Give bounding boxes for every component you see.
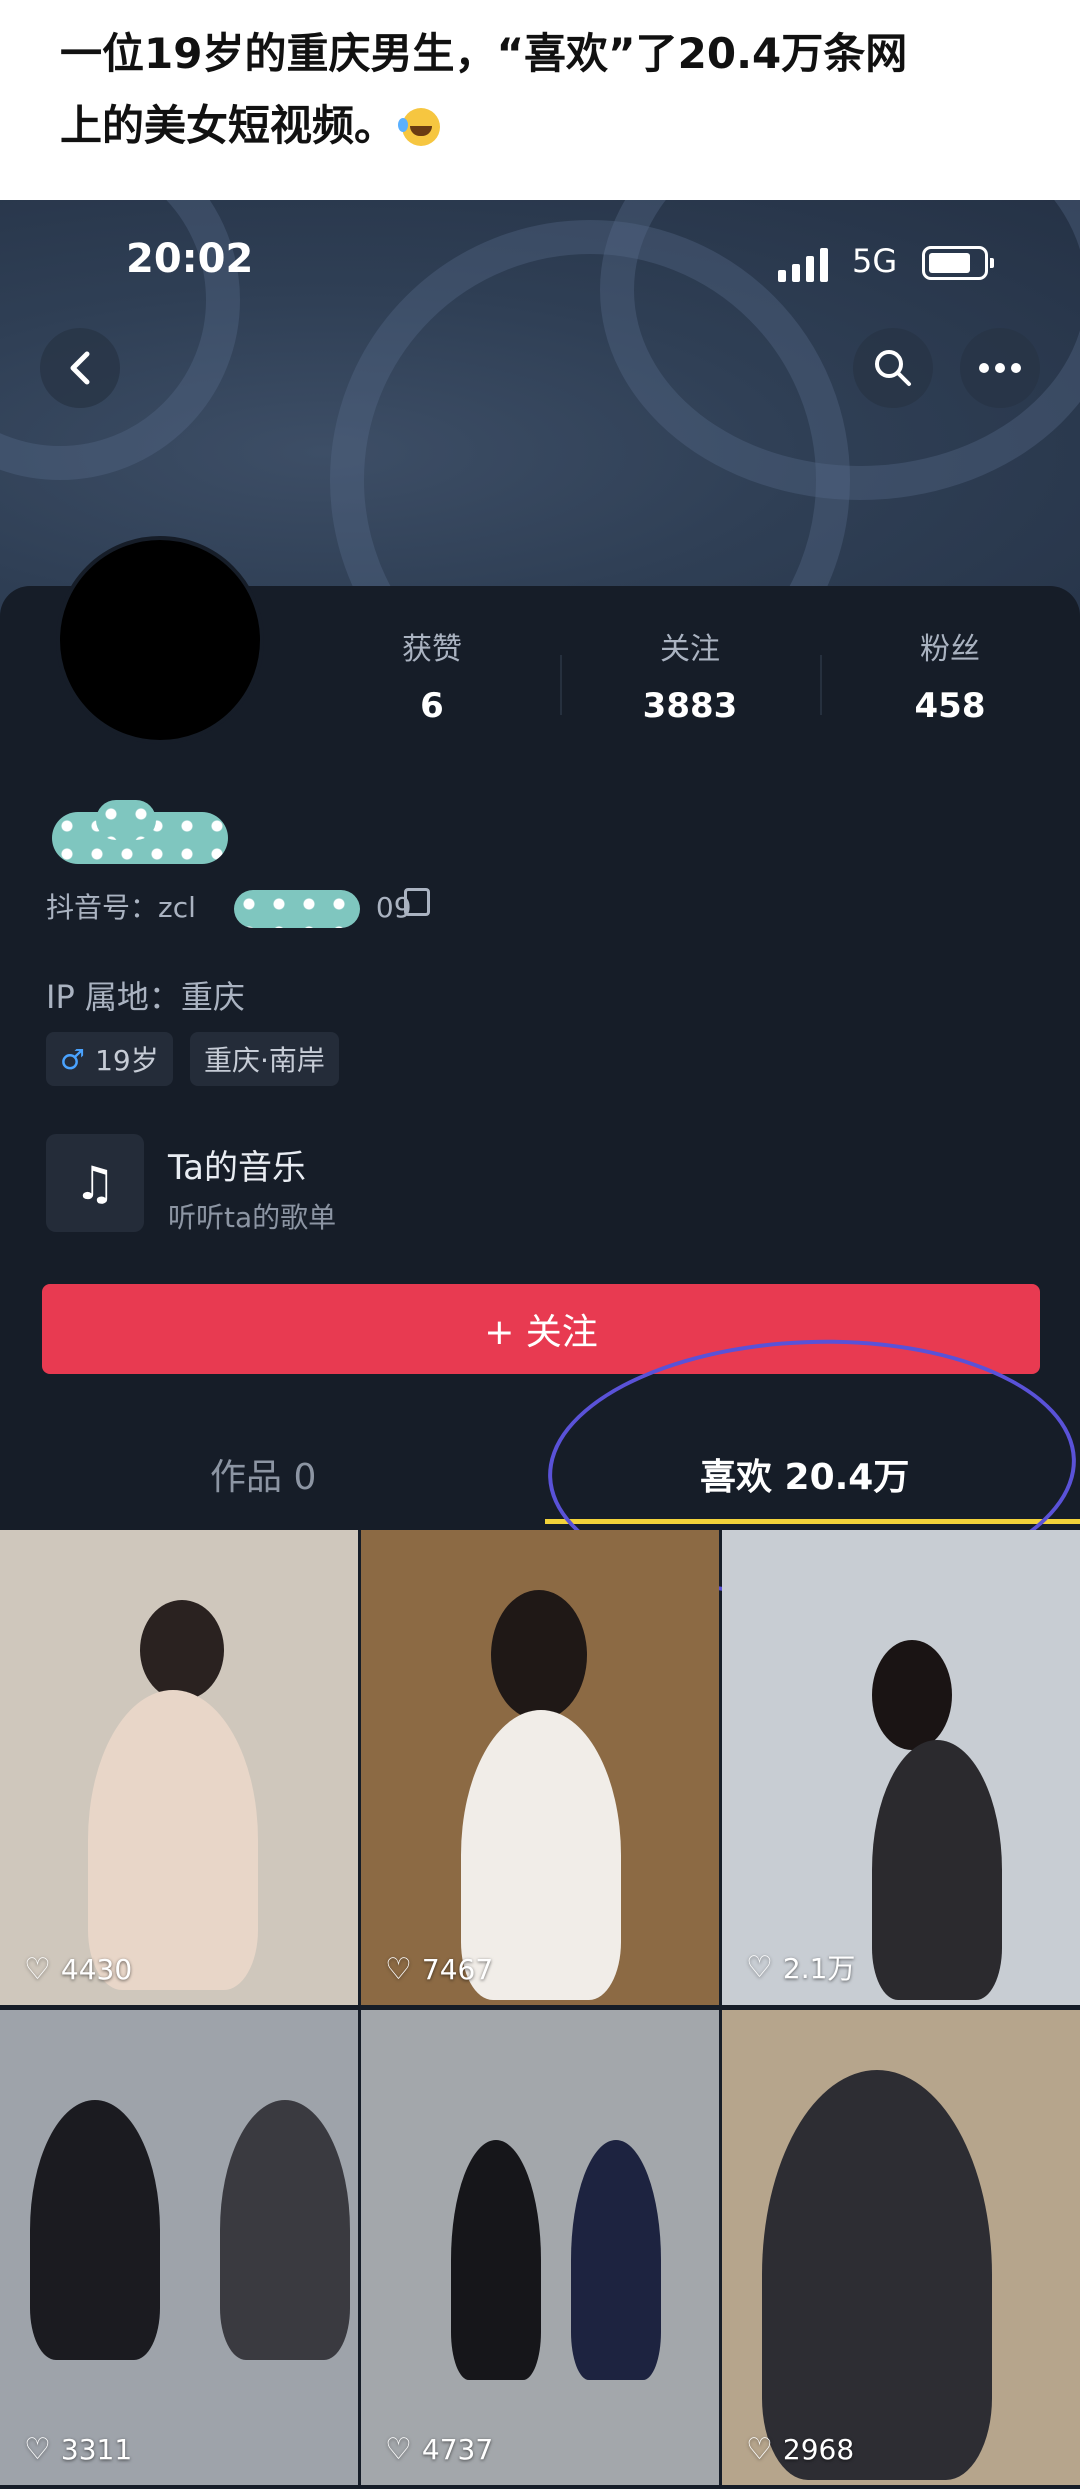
video-thumbnail[interactable]: ♡ 4430 xyxy=(0,1530,358,2005)
location-tag: 重庆·南岸 xyxy=(190,1032,339,1086)
thumbnail-figure xyxy=(571,2140,661,2380)
redacted-douyin-id xyxy=(234,890,360,928)
thumbnail-figure xyxy=(88,1690,258,1990)
video-thumbnail[interactable]: ♡ 2.1万 xyxy=(722,1530,1080,2005)
video-thumbnail[interactable]: ♡ 7467 xyxy=(361,1530,719,2005)
music-note-icon[interactable]: ♫ xyxy=(46,1134,144,1232)
like-count: ♡ 3311 xyxy=(24,2432,132,2467)
battery-icon xyxy=(922,246,994,280)
age-tag: ♂ 19岁 xyxy=(46,1032,173,1086)
stat-following[interactable]: 关注 3883 xyxy=(600,624,780,726)
thumbnail-figure xyxy=(30,2100,160,2360)
more-icon xyxy=(979,363,1021,373)
thumbnail-figure xyxy=(140,1600,224,1700)
stat-likes-received[interactable]: 获赞 6 xyxy=(342,624,522,726)
stat-divider xyxy=(560,655,562,715)
douyin-id-text: 抖音号：zcl xyxy=(46,891,196,924)
location-text: 重庆·南岸 xyxy=(204,1044,325,1077)
stat-value: 3883 xyxy=(642,686,738,726)
signal-strength-icon xyxy=(778,248,828,282)
status-bar: 20:02 5G xyxy=(0,236,1080,296)
like-count: ♡ 4737 xyxy=(385,2432,493,2467)
thumbnail-figure xyxy=(762,2070,992,2480)
phone-screenshot: 20:02 5G 获赞 6 关注 3883 粉丝 458 抖音号：zcl 09 I… xyxy=(0,200,1080,2489)
caption-line-1: 一位19岁的重庆男生，“喜欢”了20.4万条网 xyxy=(60,29,908,78)
back-arrow-icon xyxy=(70,351,90,385)
copy-icon[interactable] xyxy=(404,888,430,916)
tab-works[interactable]: 作品 0 xyxy=(210,1448,316,1500)
stat-value: 458 xyxy=(914,686,986,726)
status-time: 20:02 xyxy=(126,236,254,282)
post-caption: 一位19岁的重庆男生，“喜欢”了20.4万条网 上的美女短视频。 xyxy=(0,0,1080,200)
back-button[interactable] xyxy=(40,328,120,408)
search-icon xyxy=(875,350,911,386)
search-button[interactable] xyxy=(853,328,933,408)
heart-outline-icon: ♡ xyxy=(24,1952,51,1987)
caption-line-2-text: 上的美女短视频。 xyxy=(60,101,397,150)
thumbnail-figure xyxy=(872,1740,1002,2000)
stat-label: 关注 xyxy=(660,632,720,667)
redacted-nickname-part xyxy=(96,800,156,840)
network-type: 5G xyxy=(852,242,898,280)
stat-value: 6 xyxy=(420,686,444,726)
thumbnail-figure xyxy=(491,1590,587,1720)
like-count-text: 3311 xyxy=(60,2433,133,2466)
thumbnail-figure xyxy=(451,2140,541,2380)
thumbnail-figure xyxy=(220,2100,350,2360)
heart-outline-icon: ♡ xyxy=(24,2432,51,2467)
thumbnail-figure xyxy=(872,1640,952,1750)
like-count: ♡ 7467 xyxy=(385,1952,493,1987)
like-count: ♡ 4430 xyxy=(24,1952,132,1987)
like-count: ♡ 2.1万 xyxy=(746,1947,855,1987)
heart-outline-icon: ♡ xyxy=(385,2432,412,2467)
heart-outline-icon: ♡ xyxy=(746,1949,773,1985)
like-count-text: 7467 xyxy=(421,1953,494,1986)
video-thumbnail[interactable]: ♡ 2968 xyxy=(722,2010,1080,2485)
more-button[interactable] xyxy=(960,328,1040,408)
music-subtitle: 听听ta的歌单 xyxy=(168,1201,337,1234)
laughing-tears-emoji-icon xyxy=(398,108,441,146)
music-title[interactable]: Ta的音乐 xyxy=(168,1140,306,1189)
caption-line-2: 上的美女短视频。 xyxy=(60,90,1020,162)
age-text: 19岁 xyxy=(95,1044,159,1077)
stat-label: 粉丝 xyxy=(920,632,980,667)
ip-location: IP 属地：重庆 xyxy=(46,978,245,1016)
heart-outline-icon: ♡ xyxy=(385,1952,412,1987)
like-count-text: 2.1万 xyxy=(782,1952,856,1985)
stat-label: 获赞 xyxy=(402,632,462,667)
like-count-text: 4737 xyxy=(421,2433,494,2466)
heart-outline-icon: ♡ xyxy=(746,2432,773,2467)
like-count: ♡ 2968 xyxy=(746,2432,854,2467)
stat-divider xyxy=(820,655,822,715)
like-count-text: 4430 xyxy=(60,1953,133,1986)
like-count-text: 2968 xyxy=(782,2433,855,2466)
video-thumbnail[interactable]: ♡ 3311 xyxy=(0,2010,358,2485)
male-icon: ♂ xyxy=(60,1042,86,1076)
avatar[interactable] xyxy=(56,536,264,744)
stat-followers[interactable]: 粉丝 458 xyxy=(860,624,1040,726)
video-thumbnail[interactable]: ♡ 4737 xyxy=(361,2010,719,2485)
